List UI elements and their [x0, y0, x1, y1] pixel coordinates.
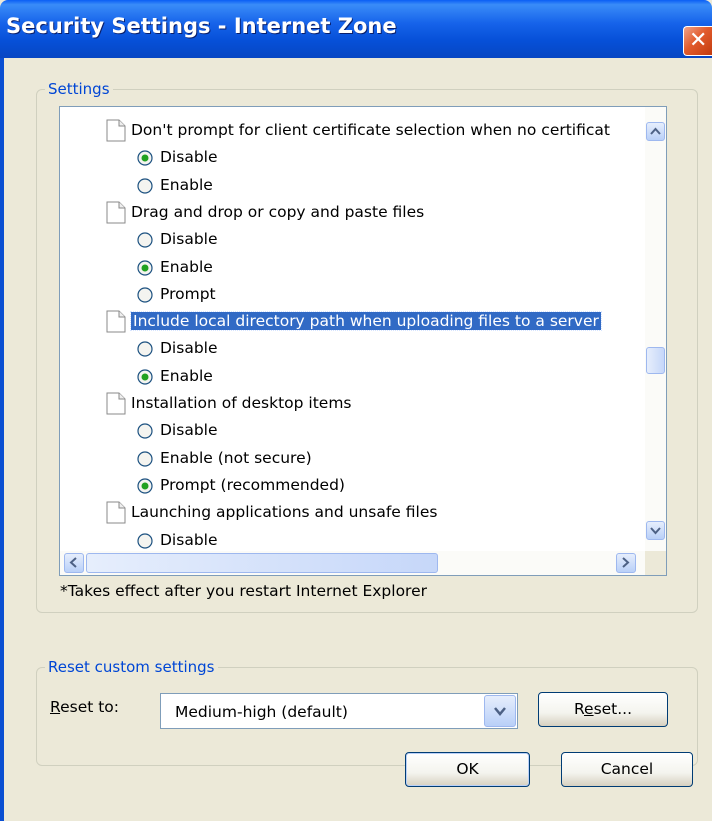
- chevron-down-icon: [494, 707, 506, 716]
- setting-option-label: Disable: [160, 230, 218, 249]
- setting-heading[interactable]: Installation of desktop items: [60, 391, 644, 418]
- chevron-left-icon: [69, 557, 77, 568]
- setting-heading[interactable]: Launching applications and unsafe files: [60, 500, 644, 527]
- chevron-right-icon: [622, 557, 630, 568]
- radio-checked-icon[interactable]: [137, 150, 153, 166]
- chevron-up-icon: [650, 127, 661, 135]
- title-bar[interactable]: Security Settings - Internet Zone ✕: [0, 0, 712, 58]
- setting-option[interactable]: Enable: [60, 173, 644, 200]
- setting-option-label: Prompt: [160, 284, 216, 303]
- radio-unchecked-icon[interactable]: [137, 532, 153, 549]
- radio-unchecked-icon[interactable]: [137, 232, 153, 248]
- reset-to-accel: R: [50, 698, 61, 716]
- radio-checked-icon[interactable]: [137, 369, 153, 385]
- restart-note: *Takes effect after you restart Internet…: [60, 582, 427, 600]
- radio-unchecked-icon[interactable]: [137, 423, 153, 439]
- setting-option[interactable]: Disable: [60, 336, 644, 363]
- close-button[interactable]: ✕: [683, 26, 712, 56]
- scroll-right-button[interactable]: [616, 553, 636, 573]
- scrollbar-corner: [645, 551, 666, 575]
- setting-heading[interactable]: Don't prompt for client certificate sele…: [60, 118, 644, 145]
- radio-unchecked-icon[interactable]: [137, 341, 153, 357]
- setting-option[interactable]: Disable: [60, 145, 644, 172]
- reset-button-accel: e: [584, 700, 594, 718]
- setting-heading-label: Drag and drop or copy and paste files: [131, 202, 425, 221]
- setting-heading-label: Launching applications and unsafe files: [131, 503, 438, 522]
- document-icon: [106, 392, 126, 415]
- setting-option-label: Prompt (recommended): [160, 475, 345, 494]
- settings-list-content: Don't prompt for client certificate sele…: [60, 107, 644, 551]
- reset-level-select[interactable]: Medium-high (default): [160, 693, 518, 729]
- radio-unchecked-icon[interactable]: [137, 287, 153, 303]
- document-icon: [106, 310, 126, 333]
- document-icon: [106, 501, 126, 524]
- vertical-scroll-thumb[interactable]: [646, 347, 665, 374]
- document-icon: [106, 119, 126, 142]
- close-icon: ✕: [689, 28, 708, 53]
- setting-option-label: Enable: [160, 175, 213, 194]
- setting-option[interactable]: Disable: [60, 227, 644, 254]
- radio-checked-icon[interactable]: [137, 259, 153, 276]
- ok-button[interactable]: OK: [405, 752, 530, 787]
- radio-checked-icon[interactable]: [137, 478, 153, 494]
- horizontal-scroll-thumb[interactable]: [86, 553, 438, 573]
- setting-option[interactable]: Prompt: [60, 282, 644, 309]
- scroll-up-button[interactable]: [646, 122, 665, 141]
- settings-legend: Settings: [48, 80, 110, 98]
- reset-button[interactable]: Reset...: [538, 692, 668, 727]
- setting-heading-label: Installation of desktop items: [131, 394, 352, 412]
- setting-option-label: Disable: [160, 148, 218, 167]
- scroll-left-button[interactable]: [64, 553, 84, 573]
- setting-heading-label: Include local directory path when upload…: [130, 311, 602, 332]
- dropdown-button[interactable]: [484, 695, 516, 727]
- setting-option[interactable]: Enable: [60, 364, 644, 391]
- setting-option-label: Disable: [160, 421, 218, 440]
- setting-option[interactable]: Disable: [60, 418, 644, 445]
- chevron-down-icon: [650, 527, 661, 535]
- cancel-button[interactable]: Cancel: [561, 752, 693, 787]
- setting-option[interactable]: Enable: [60, 255, 644, 282]
- horizontal-scrollbar[interactable]: [60, 551, 645, 575]
- radio-unchecked-icon[interactable]: [137, 450, 153, 467]
- settings-list[interactable]: Don't prompt for client certificate sele…: [59, 106, 667, 576]
- setting-heading-label: Don't prompt for client certificate sele…: [131, 121, 610, 139]
- radio-unchecked-icon[interactable]: [137, 177, 153, 194]
- setting-option-label: Enable: [160, 366, 213, 385]
- reset-to-label: Reset to:: [50, 698, 119, 716]
- setting-heading[interactable]: Drag and drop or copy and paste files: [60, 200, 644, 227]
- setting-option[interactable]: Prompt (recommended): [60, 473, 644, 500]
- scroll-down-button[interactable]: [646, 521, 665, 540]
- window-title: Security Settings - Internet Zone: [6, 14, 397, 38]
- vertical-scrollbar[interactable]: [645, 107, 666, 551]
- reset-button-pre: R: [573, 700, 585, 718]
- reset-to-text: eset to:: [60, 698, 120, 716]
- document-icon: [106, 201, 126, 224]
- reset-legend: Reset custom settings: [48, 658, 215, 676]
- setting-heading[interactable]: Include local directory path when upload…: [60, 309, 644, 336]
- setting-option-label: Enable (not secure): [160, 448, 312, 467]
- setting-option-label: Enable: [160, 257, 213, 276]
- setting-option[interactable]: Disable: [60, 528, 644, 552]
- reset-button-post: set...: [593, 700, 633, 718]
- setting-option[interactable]: Enable (not secure): [60, 446, 644, 473]
- reset-level-value: Medium-high (default): [175, 703, 348, 721]
- setting-option-label: Disable: [160, 339, 218, 358]
- setting-option-label: Disable: [160, 530, 218, 549]
